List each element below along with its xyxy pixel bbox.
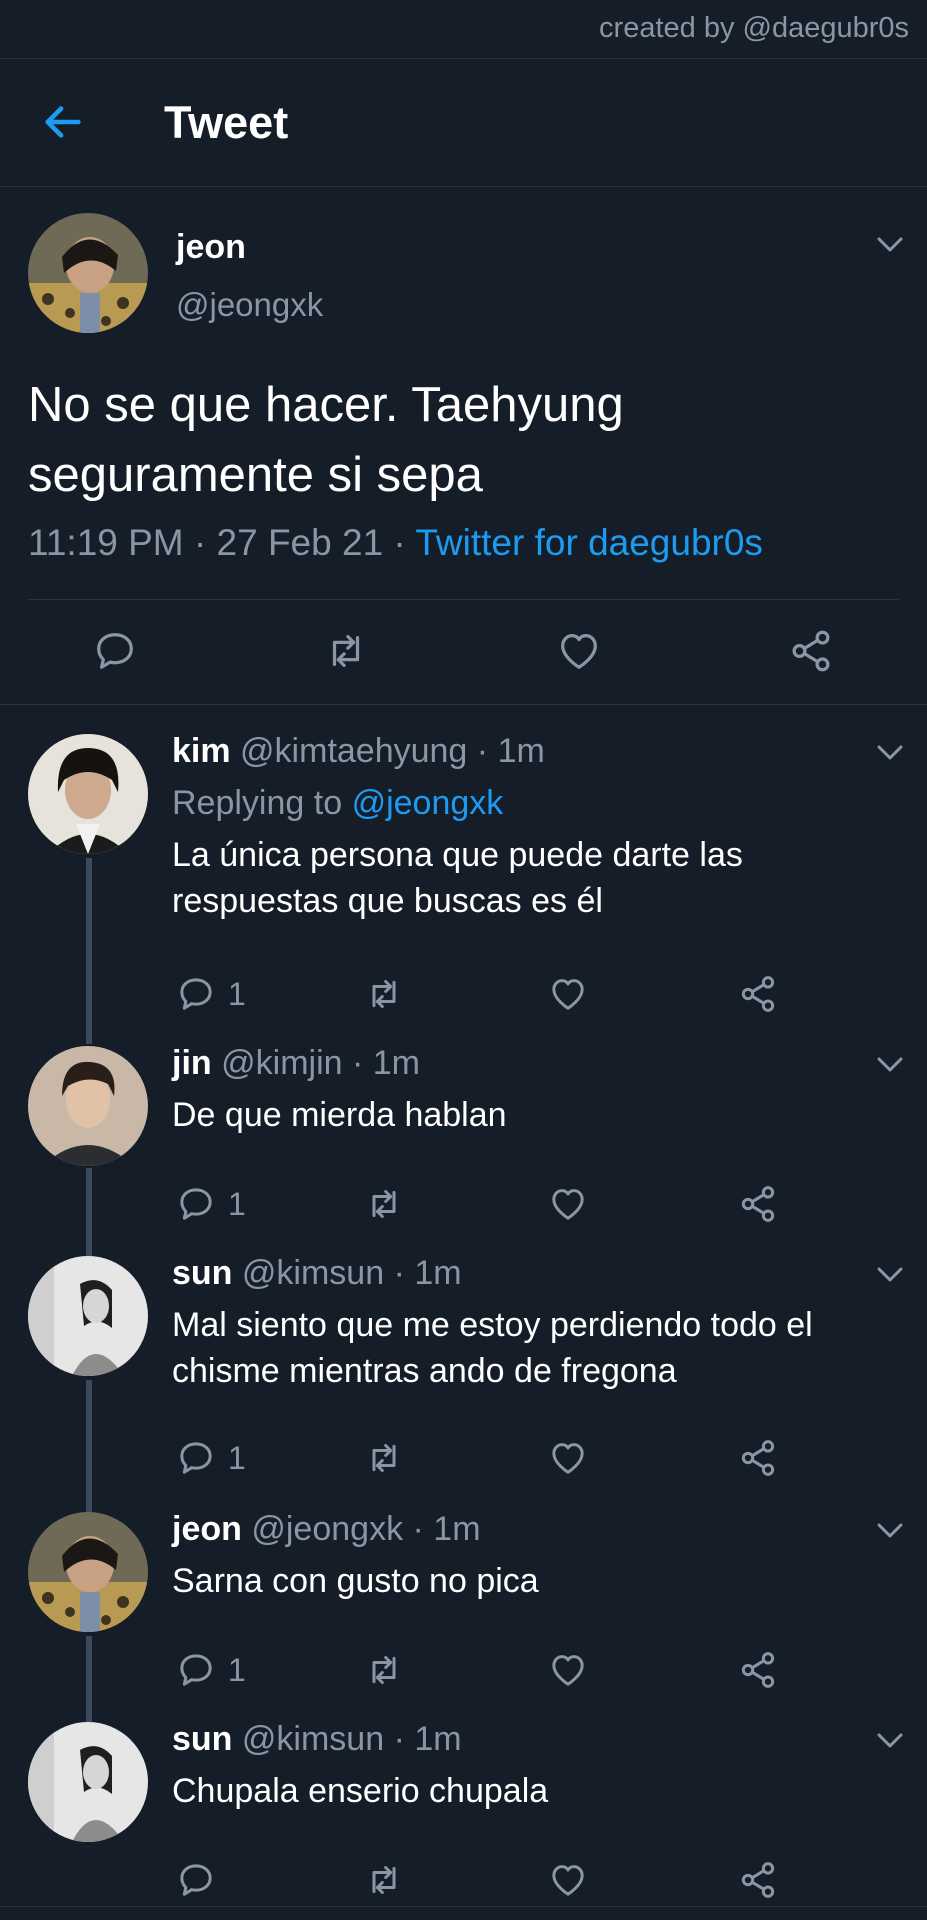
replying-to: Replying to @jeongxk [172, 784, 503, 823]
chevron-down-icon[interactable] [876, 236, 904, 254]
share-icon[interactable] [738, 974, 778, 1014]
avatar-jeon[interactable] [28, 213, 148, 333]
meta-separator: · [403, 1510, 434, 1548]
avatar-jin[interactable] [28, 1046, 148, 1166]
reply-author-name[interactable]: sun [172, 1254, 232, 1292]
list-divider [0, 1906, 927, 1907]
meta-separator: · [384, 1254, 415, 1292]
reply-count: 1 [228, 1440, 246, 1476]
reply-text: Sarna con gusto no pica [172, 1562, 539, 1600]
meta-separator: · [383, 522, 416, 563]
reply-item[interactable]: kim @kimtaehyung · 1m Replying to @jeong… [0, 732, 927, 1012]
reply-icon[interactable] [92, 628, 138, 674]
reply-item[interactable]: sun @kimsun · 1m Mal siento que me estoy… [0, 1254, 927, 1484]
reply-author-name[interactable]: jin [172, 1044, 212, 1082]
avatar-sun[interactable] [28, 1722, 148, 1842]
reply-author-handle[interactable]: @jeongxk [251, 1510, 403, 1548]
reply-count: 1 [228, 976, 246, 1012]
avatar-jeon[interactable] [28, 1512, 148, 1632]
share-icon[interactable] [738, 1860, 778, 1900]
retweet-icon[interactable] [364, 1860, 404, 1900]
tweet-divider [28, 599, 899, 600]
tweet-date: 27 Feb 21 [216, 522, 384, 563]
tweet-text: No se que hacer. Taehyung seguramente si… [28, 378, 624, 502]
reply-text: Chupala enserio chupala [172, 1772, 549, 1810]
reply-header: kim @kimtaehyung · 1m [172, 732, 545, 771]
reply-time: 1m [433, 1510, 481, 1548]
reply-author-name[interactable]: kim [172, 732, 231, 770]
meta-separator: · [342, 1044, 373, 1082]
reply-count: 1 [228, 1186, 246, 1222]
like-icon[interactable] [548, 1860, 588, 1900]
chevron-down-icon[interactable] [876, 1732, 904, 1750]
reply-header: jin @kimjin · 1m [172, 1044, 420, 1083]
reply-item[interactable]: jin @kimjin · 1m De que mierda hablan 1 [0, 1044, 927, 1224]
share-icon[interactable] [738, 1438, 778, 1478]
top-bar: Tweet [0, 59, 927, 187]
chevron-down-icon[interactable] [876, 744, 904, 762]
replying-to-handle[interactable]: @jeongxk [352, 784, 504, 822]
reply-item[interactable]: jeon @jeongxk · 1m Sarna con gusto no pi… [0, 1510, 927, 1690]
avatar-kim[interactable] [28, 734, 148, 854]
header-divider [0, 186, 927, 187]
reply-time: 1m [414, 1254, 462, 1292]
retweet-icon[interactable] [364, 1438, 404, 1478]
watermark: created by @daegubr0s [599, 12, 909, 44]
tweet-time: 11:19 PM [28, 522, 184, 563]
retweet-icon[interactable] [364, 1184, 404, 1224]
reply-icon[interactable] [176, 1650, 216, 1690]
reply-author-name[interactable]: jeon [172, 1510, 242, 1548]
avatar-sun[interactable] [28, 1256, 148, 1376]
replying-label: Replying to [172, 784, 343, 822]
reply-header: jeon @jeongxk · 1m [172, 1510, 481, 1549]
arrow-left-icon[interactable] [40, 99, 86, 145]
like-icon[interactable] [548, 1184, 588, 1224]
reply-time: 1m [497, 732, 545, 770]
reply-item[interactable]: sun @kimsun · 1m Chupala enserio chupala [0, 1720, 927, 1906]
reply-author-handle[interactable]: @kimjin [221, 1044, 342, 1082]
page-title: Tweet [164, 97, 289, 148]
tweet-source[interactable]: Twitter for daegubr0s [415, 522, 763, 563]
like-icon[interactable] [548, 1438, 588, 1478]
reply-author-handle[interactable]: @kimtaehyung [240, 732, 467, 770]
reply-icon[interactable] [176, 1438, 216, 1478]
retweet-icon[interactable] [364, 974, 404, 1014]
reply-text: La única persona que puede darte las res… [172, 836, 743, 920]
meta-separator: · [467, 732, 498, 770]
reply-icon[interactable] [176, 1860, 216, 1900]
reply-author-handle[interactable]: @kimsun [242, 1254, 384, 1292]
chevron-down-icon[interactable] [876, 1266, 904, 1284]
chevron-down-icon[interactable] [876, 1056, 904, 1074]
reply-header: sun @kimsun · 1m [172, 1720, 462, 1759]
reply-author-name[interactable]: sun [172, 1720, 232, 1758]
reply-icon[interactable] [176, 974, 216, 1014]
retweet-icon[interactable] [364, 1650, 404, 1690]
like-icon[interactable] [556, 628, 602, 674]
meta-separator: · [183, 522, 217, 563]
tweet-meta: 11:19 PM · 27 Feb 21 · Twitter for daegu… [28, 522, 763, 564]
reply-text: Mal siento que me estoy perdiendo todo e… [172, 1306, 813, 1390]
like-icon[interactable] [548, 1650, 588, 1690]
author-handle[interactable]: @jeongxk [176, 286, 323, 324]
reply-icon[interactable] [176, 1184, 216, 1224]
share-icon[interactable] [738, 1650, 778, 1690]
reply-author-handle[interactable]: @kimsun [242, 1720, 384, 1758]
retweet-icon[interactable] [323, 628, 369, 674]
like-icon[interactable] [548, 974, 588, 1014]
share-icon[interactable] [738, 1184, 778, 1224]
section-divider [0, 704, 927, 705]
reply-text: De que mierda hablan [172, 1096, 507, 1134]
author-name[interactable]: jeon [176, 228, 246, 267]
share-icon[interactable] [788, 628, 834, 674]
meta-separator: · [384, 1720, 415, 1758]
reply-time: 1m [414, 1720, 462, 1758]
reply-count: 1 [228, 1652, 246, 1688]
chevron-down-icon[interactable] [876, 1522, 904, 1540]
reply-time: 1m [372, 1044, 420, 1082]
reply-header: sun @kimsun · 1m [172, 1254, 462, 1293]
